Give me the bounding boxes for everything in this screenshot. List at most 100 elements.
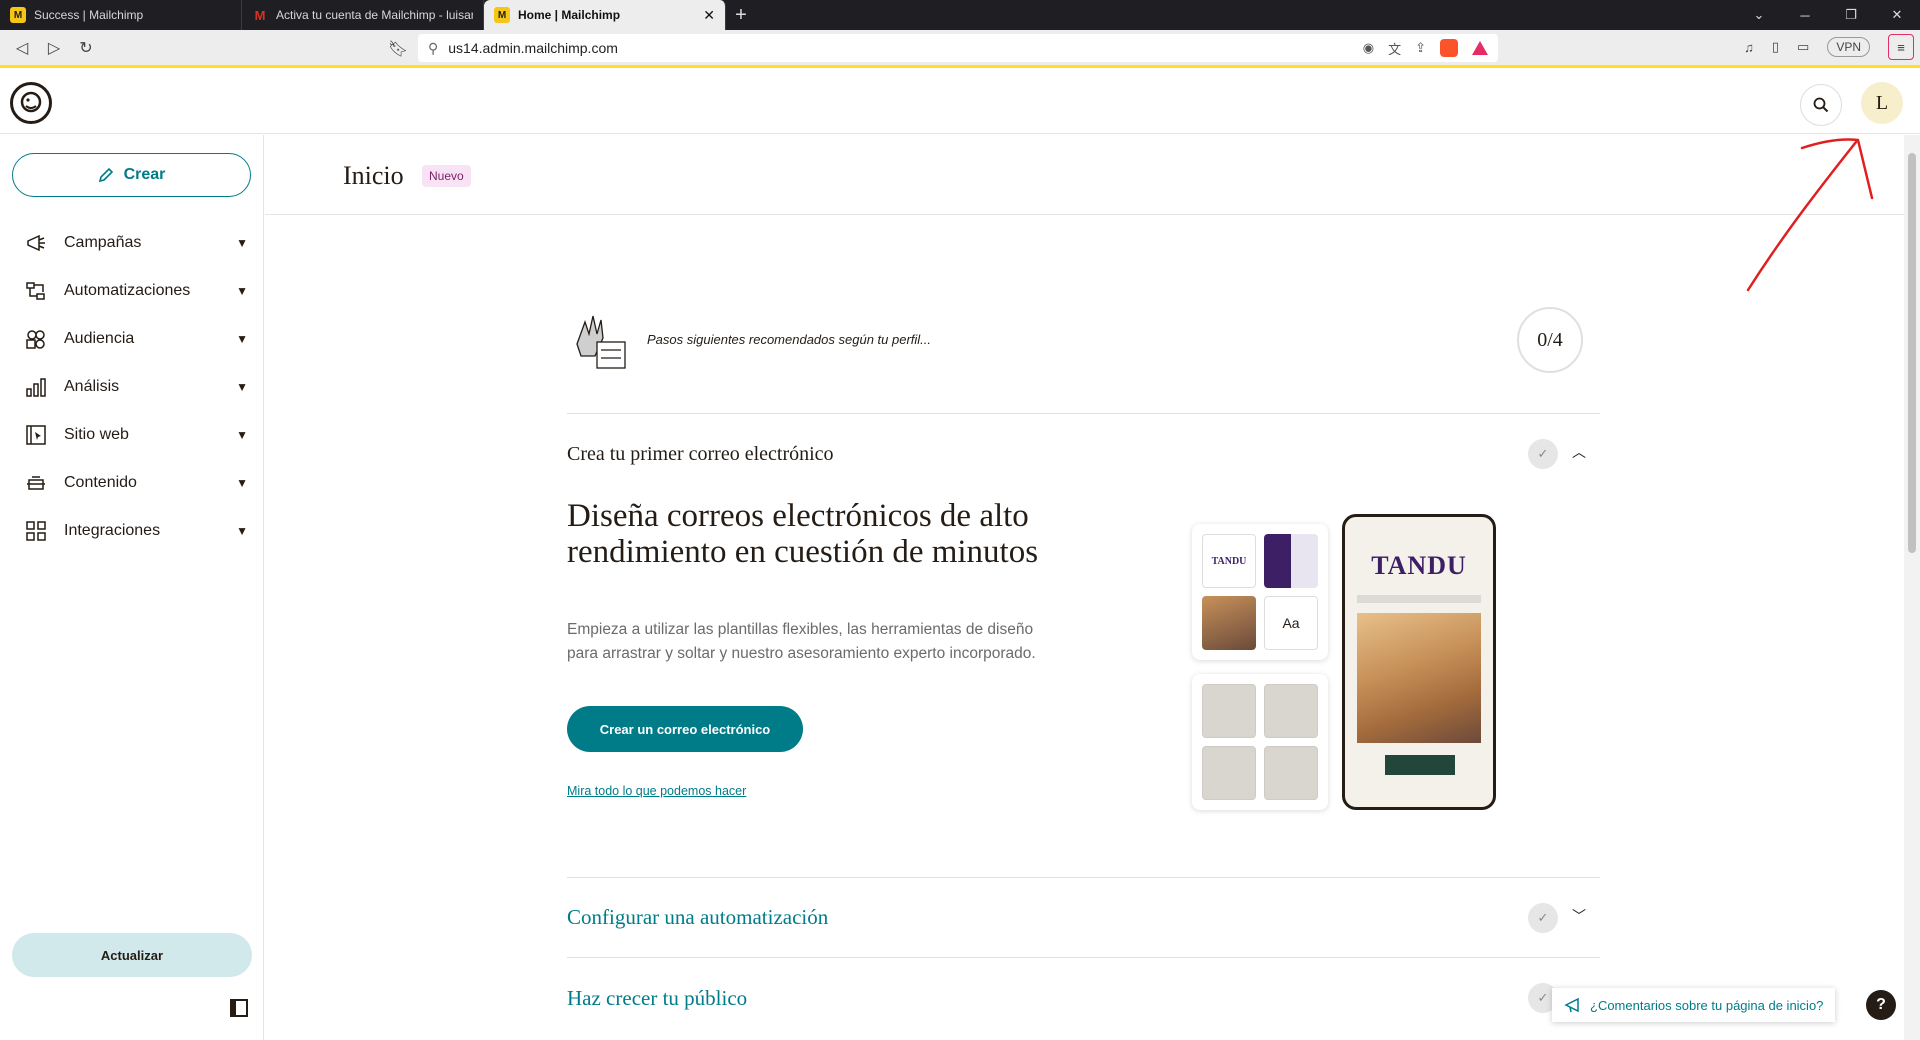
browser-tab-active[interactable]: M Home | Mailchimp ✕	[484, 0, 726, 30]
onboarding-steps: Pasos siguientes recomendados según tu p…	[567, 290, 1600, 1038]
address-bar[interactable]: ⚲ us14.admin.mailchimp.com ◉ 文 ⇪	[418, 34, 1498, 62]
step-section-header[interactable]: Crea tu primer correo electrónico ✓ ︿	[567, 414, 1600, 494]
layout-block-icon	[1202, 746, 1256, 800]
chevron-down-icon: ▼	[236, 428, 248, 442]
upgrade-button[interactable]: Actualizar	[12, 933, 252, 977]
minimize-icon[interactable]: ─	[1782, 0, 1828, 30]
mailchimp-icon: M	[494, 7, 510, 23]
url-text: us14.admin.mailchimp.com	[448, 40, 618, 56]
translate-icon[interactable]: 文	[1388, 39, 1401, 58]
sidebar-item-integrations[interactable]: Integraciones ▼	[0, 507, 264, 555]
address-bar-actions: ◉ 文 ⇪	[1363, 39, 1488, 58]
site-info-icon[interactable]: ⚲	[428, 40, 438, 57]
create-button[interactable]: Crear	[12, 153, 251, 197]
account-avatar[interactable]: L	[1861, 82, 1903, 124]
sidebar-item-website[interactable]: Sitio web ▼	[0, 411, 264, 459]
tab-search-icon[interactable]: ⌄	[1736, 0, 1782, 30]
sidebar-item-campaigns[interactable]: Campañas ▼	[0, 219, 264, 267]
tab-title: Home | Mailchimp	[518, 8, 621, 22]
sidebar-toggle-icon[interactable]: ▯	[1772, 39, 1779, 55]
close-tab-icon[interactable]: ✕	[703, 7, 715, 24]
hero-title: Diseña correos electrónicos de alto rend…	[567, 498, 1039, 570]
media-icon[interactable]: ♫	[1744, 40, 1754, 55]
close-window-icon[interactable]: ✕	[1874, 0, 1920, 30]
automation-icon	[24, 279, 48, 303]
phone-divider	[1357, 595, 1481, 603]
new-badge: Nuevo	[422, 165, 471, 187]
sidebar-item-audience[interactable]: Audiencia ▼	[0, 315, 264, 363]
gmail-icon: M	[254, 7, 266, 23]
brand-tile: TANDU	[1202, 534, 1256, 588]
step-title: Crea tu primer correo electrónico	[567, 442, 834, 465]
scrollbar-thumb[interactable]	[1908, 153, 1916, 553]
browser-toolbar: ◁ ▷ ↻ 🔖︎ ⚲ us14.admin.mailchimp.com ◉ 文 …	[0, 30, 1920, 68]
app-header: L	[0, 70, 1920, 134]
search-button[interactable]	[1800, 84, 1842, 126]
bar-chart-icon	[24, 375, 48, 399]
sidebar-item-content[interactable]: Contenido ▼	[0, 459, 264, 507]
see-everything-link[interactable]: Mira todo lo que podemos hacer	[567, 784, 746, 798]
mailchimp-icon: M	[10, 7, 26, 23]
browser-tab[interactable]: M Success | Mailchimp	[0, 0, 242, 30]
brave-shields-icon[interactable]	[1440, 39, 1458, 57]
create-email-button[interactable]: Crear un correo electrónico	[567, 706, 803, 752]
chevron-down-icon: ▼	[236, 284, 248, 298]
phone-hero-photo	[1357, 613, 1481, 743]
grid-icon	[24, 519, 48, 543]
chevron-down-icon[interactable]: ﹀	[1572, 906, 1586, 926]
share-icon[interactable]: ⇪	[1415, 40, 1426, 56]
chevron-down-icon: ▼	[236, 476, 248, 490]
back-icon[interactable]: ◁	[6, 32, 38, 64]
restore-icon[interactable]: ❐	[1828, 0, 1874, 30]
mailchimp-logo-icon[interactable]	[10, 82, 52, 124]
menu-icon[interactable]: ≡	[1888, 34, 1914, 60]
audience-icon	[24, 327, 48, 351]
browser-tab[interactable]: M Activa tu cuenta de Mailchimp - luisan	[242, 0, 484, 30]
step-title[interactable]: Configurar una automatización	[567, 905, 828, 930]
permissions-icon[interactable]: ◉	[1363, 40, 1374, 56]
feedback-button[interactable]: ¿Comentarios sobre tu página de inicio?	[1552, 988, 1836, 1022]
chevron-down-icon: ▼	[236, 236, 248, 250]
step-title[interactable]: Haz crecer tu público	[567, 986, 747, 1011]
chevron-down-icon: ▼	[236, 332, 248, 346]
tab-title: Success | Mailchimp	[34, 8, 144, 22]
sidebar-item-label: Contenido	[64, 474, 137, 491]
color-swatch-tile	[1264, 534, 1318, 588]
reload-icon[interactable]: ↻	[70, 32, 102, 64]
step-section-header[interactable]: Haz crecer tu público ✓	[567, 958, 1600, 1038]
check-icon: ✓	[1528, 903, 1558, 933]
steps-caption: Pasos siguientes recomendados según tu p…	[647, 332, 932, 347]
brave-rewards-icon[interactable]	[1472, 41, 1488, 55]
step-section-header[interactable]: Configurar una automatización ✓ ﹀	[567, 878, 1600, 958]
new-tab-button[interactable]: +	[726, 0, 756, 30]
create-button-label: Crear	[123, 166, 166, 183]
steps-summary: Pasos siguientes recomendados según tu p…	[567, 290, 1600, 414]
chevron-up-icon[interactable]: ︿	[1572, 442, 1586, 462]
forward-icon[interactable]: ▷	[38, 32, 70, 64]
collapse-sidebar-icon[interactable]	[230, 999, 248, 1017]
layout-block-icon	[1264, 746, 1318, 800]
sidebar-item-automations[interactable]: Automatizaciones ▼	[0, 267, 264, 315]
layout-blocks-card	[1192, 674, 1328, 810]
website-icon	[24, 423, 48, 447]
hero-description: Empieza a utilizar las plantillas flexib…	[567, 621, 1036, 662]
freddie-logo-icon	[20, 91, 42, 113]
sidebar-item-label: Campañas	[64, 234, 142, 251]
sidebar: Crear Campañas ▼ Automatizaciones ▼ Audi…	[0, 135, 264, 1040]
chevron-down-icon: ▼	[236, 524, 248, 538]
check-icon: ✓	[1528, 439, 1558, 469]
page-scrollbar[interactable]	[1904, 135, 1920, 1040]
sidebar-item-label: Integraciones	[64, 522, 161, 539]
page-title: Inicio	[343, 161, 404, 190]
layout-block-icon	[1202, 684, 1256, 738]
feedback-label: ¿Comentarios sobre tu página de inicio?	[1590, 997, 1824, 1013]
vpn-button[interactable]: VPN	[1827, 37, 1870, 57]
search-icon	[1813, 97, 1829, 113]
sidebar-item-analytics[interactable]: Análisis ▼	[0, 363, 264, 411]
wallet-icon[interactable]: ▭	[1797, 39, 1809, 55]
bookmark-icon[interactable]: 🔖︎	[382, 33, 414, 65]
chevron-down-icon: ▼	[236, 380, 248, 394]
help-button[interactable]: ?	[1866, 990, 1896, 1020]
sidebar-item-label: Automatizaciones	[64, 282, 191, 299]
steps-progress: 0/4	[1517, 307, 1583, 373]
